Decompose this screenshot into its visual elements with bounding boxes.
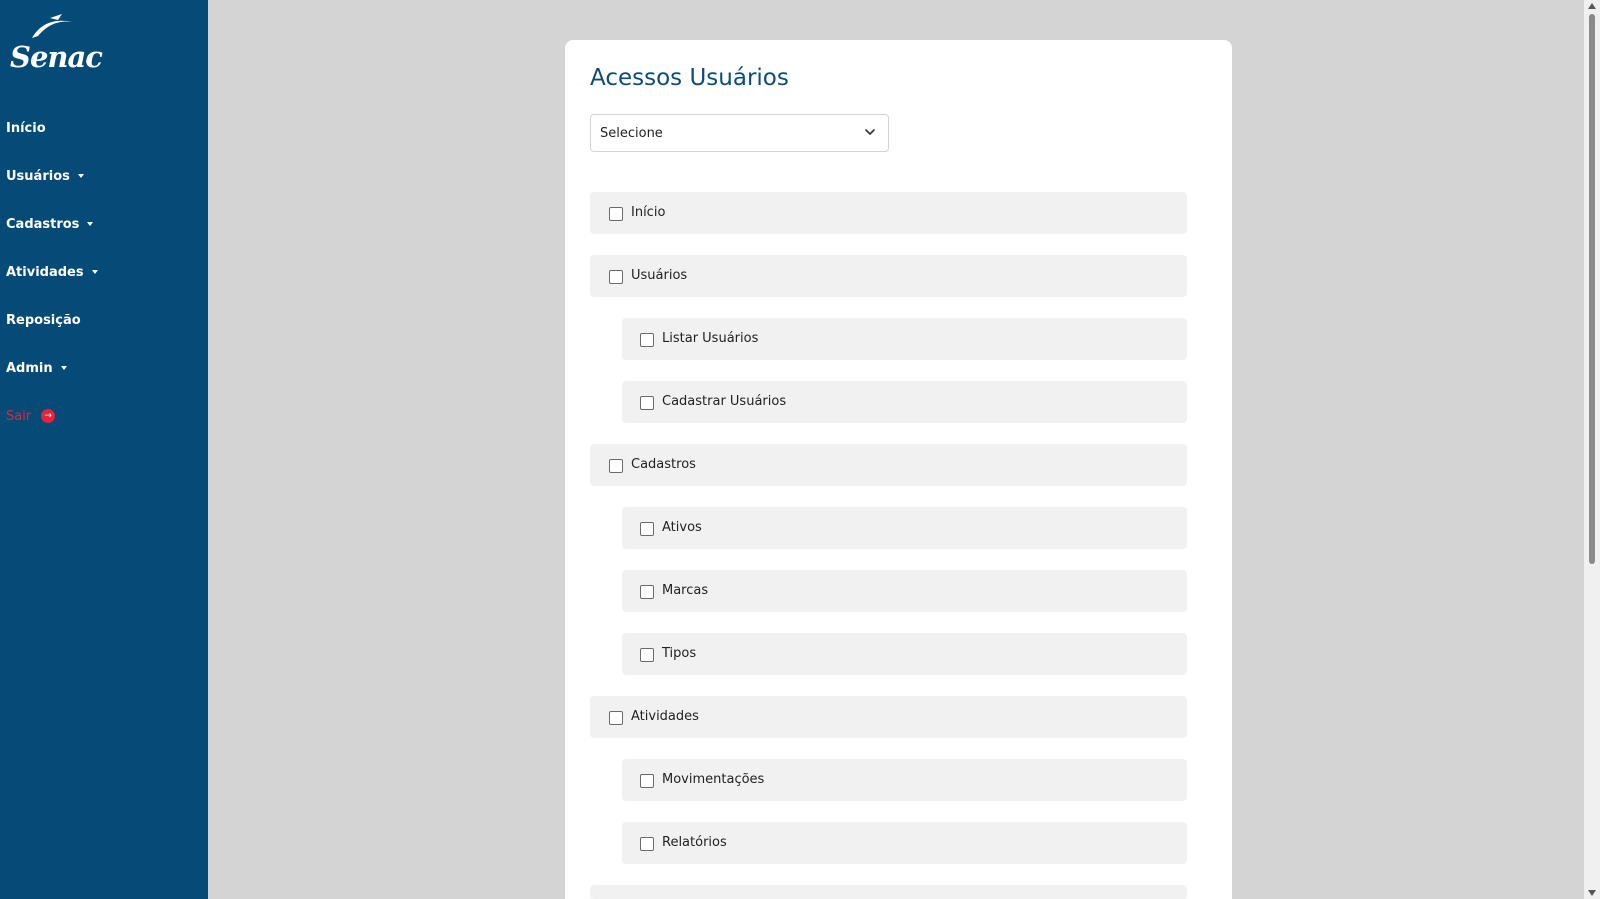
sidebar-item-cadastros[interactable]: Cadastros [0, 200, 208, 248]
permission-checkbox[interactable] [640, 585, 654, 599]
sidebar-item-inicio[interactable]: Início [0, 104, 208, 152]
permission-item-listar-usuarios: Listar Usuários [622, 318, 1187, 360]
permission-item-relatorios: Relatórios [622, 822, 1187, 864]
scroll-up-icon[interactable] [1588, 3, 1596, 9]
sidebar: Senac Início Usuários Cadastros Atividad… [0, 0, 208, 899]
permission-checkbox[interactable] [640, 774, 654, 788]
sidebar-item-label: Reposição [6, 312, 81, 328]
senac-logo[interactable]: Senac [8, 14, 103, 74]
permission-label: Tipos [662, 645, 697, 661]
sidebar-item-atividades[interactable]: Atividades [0, 248, 208, 296]
permission-item-inicio: Início [590, 192, 1187, 234]
sidebar-item-label: Início [6, 120, 46, 136]
sidebar-nav: Início Usuários Cadastros Atividades Rep… [0, 104, 208, 440]
permission-item-movimentacoes: Movimentações [622, 759, 1187, 801]
permission-checkbox[interactable] [640, 396, 654, 410]
permission-label: Usuários [631, 267, 688, 283]
access-card: Acessos Usuários Selecione Início Usuári… [565, 40, 1232, 899]
caret-down-icon [60, 366, 67, 370]
permission-item-atividades: Atividades [590, 696, 1187, 738]
exit-icon: → [41, 409, 56, 423]
permission-label: Cadastrar Usuários [662, 393, 787, 409]
permission-checkbox[interactable] [640, 333, 654, 347]
permission-item-tipos: Tipos [622, 633, 1187, 675]
caret-down-icon [91, 270, 98, 274]
chevron-down-icon [865, 129, 875, 135]
permission-checkbox[interactable] [640, 837, 654, 851]
caret-down-icon [77, 174, 84, 178]
logo-text: Senac [10, 40, 103, 74]
permission-checkbox[interactable] [609, 711, 623, 725]
permission-item-marcas: Marcas [622, 570, 1187, 612]
permission-label: Início [631, 204, 666, 220]
sidebar-item-label: Sair [6, 408, 32, 424]
sidebar-item-usuarios[interactable]: Usuários [0, 152, 208, 200]
permission-item-cadastrar-usuarios: Cadastrar Usuários [622, 381, 1187, 423]
sidebar-item-label: Admin [6, 360, 53, 376]
user-select-value: Selecione [600, 125, 663, 141]
permission-label: Atividades [631, 708, 699, 724]
sidebar-item-reposicao[interactable]: Reposição [0, 296, 208, 344]
permission-label: Listar Usuários [662, 330, 759, 346]
scroll-down-icon[interactable] [1588, 890, 1596, 896]
page-scrollbar[interactable] [1584, 0, 1600, 899]
permission-checkbox[interactable] [640, 648, 654, 662]
permission-label: Relatórios [662, 834, 727, 850]
permission-label: Movimentações [662, 771, 765, 787]
permission-item-cadastros: Cadastros [590, 444, 1187, 486]
caret-down-icon [87, 222, 94, 226]
sidebar-item-admin[interactable]: Admin [0, 344, 208, 392]
logo-swoosh-icon [32, 14, 72, 38]
permission-item-next [590, 885, 1187, 899]
permission-label: Cadastros [631, 456, 696, 472]
permission-item-usuarios: Usuários [590, 255, 1187, 297]
permission-checkbox[interactable] [609, 270, 623, 284]
sidebar-item-label: Cadastros [6, 216, 80, 232]
sidebar-item-label: Usuários [6, 168, 70, 184]
permission-label: Marcas [662, 582, 709, 598]
permission-checkbox[interactable] [609, 207, 623, 221]
permission-checkbox[interactable] [640, 522, 654, 536]
permission-checkbox[interactable] [609, 459, 623, 473]
permission-label: Ativos [662, 519, 702, 535]
user-select[interactable]: Selecione [590, 114, 889, 152]
sidebar-item-sair[interactable]: Sair → [0, 392, 208, 440]
sidebar-item-label: Atividades [6, 264, 84, 280]
scroll-thumb[interactable] [1589, 14, 1595, 564]
permission-item-ativos: Ativos [622, 507, 1187, 549]
page-title: Acessos Usuários [590, 65, 789, 91]
